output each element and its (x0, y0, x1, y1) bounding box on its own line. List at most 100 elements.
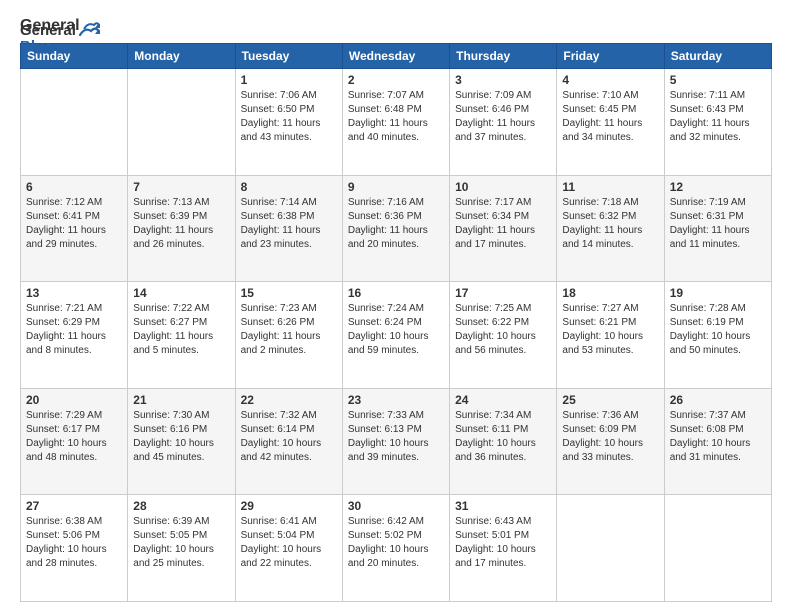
day-number: 30 (348, 499, 444, 513)
day-number: 2 (348, 73, 444, 87)
week-row-3: 20Sunrise: 7:29 AMSunset: 6:17 PMDayligh… (21, 388, 772, 495)
calendar-cell: 25 Sunrise: 7:36 AM Sunset: 6:09 PM Dayligh… (557, 388, 664, 495)
calendar-cell: 20Sunrise: 7:29 AMSunset: 6:17 PMDayligh… (21, 388, 128, 495)
cell-daylight: Daylight: 11 hours and 5 minutes. (133, 331, 213, 356)
cell-daylight: Daylight: 11 hours and 34 minutes. (562, 118, 642, 143)
cell-sunset: Sunset: 6:08 PM (670, 424, 744, 435)
calendar-cell: 30 Sunrise: 6:42 AM Sunset: 5:02 PM Dayligh… (342, 495, 449, 602)
weekday-header-saturday: Saturday (664, 44, 771, 69)
cell-daylight: Daylight: 11 hours and 8 minutes. (26, 331, 106, 356)
calendar-cell (128, 69, 235, 176)
cell-daylight: Daylight: 10 hours and 53 minutes. (562, 331, 643, 356)
cell-daylight: Daylight: 11 hours and 23 minutes. (241, 225, 321, 250)
calendar-cell: 16Sunrise: 7:24 AMSunset: 6:24 PMDayligh… (342, 282, 449, 389)
cell-sunrise: Sunrise: 7:24 AM (348, 303, 424, 314)
calendar-cell: 12Sunrise: 7:19 AMSunset: 6:31 PMDayligh… (664, 175, 771, 282)
cell-sunset: Sunset: 6:16 PM (133, 424, 207, 435)
calendar-cell: 31Sunrise: 6:43 AMSunset: 5:01 PMDayligh… (450, 495, 557, 602)
cell-daylight: Daylight: 10 hours and 33 minutes. (562, 438, 643, 463)
cell-sunset: Sunset: 6:41 PM (26, 211, 100, 222)
day-number: 28 (133, 499, 229, 513)
calendar-cell: 19Sunrise: 7:28 AMSunset: 6:19 PMDayligh… (664, 282, 771, 389)
cell-sunrise: Sunrise: 7:28 AM (670, 303, 746, 314)
day-number: 7 (133, 180, 229, 194)
day-number: 9 (348, 180, 444, 194)
cell-daylight: Daylight: 11 hours and 40 minutes. (348, 118, 428, 143)
calendar-cell: 7Sunrise: 7:13 AMSunset: 6:39 PMDaylight… (128, 175, 235, 282)
cell-sunrise: Sunrise: 7:22 AM (133, 303, 209, 314)
cell-daylight: Daylight: 10 hours and 22 minutes. (241, 544, 322, 569)
cell-sunrise: Sunrise: 7:12 AM (26, 197, 102, 208)
cell-daylight: Daylight: 10 hours and 20 minutes. (348, 544, 429, 569)
cell-sunset: Sunset: 6:43 PM (670, 104, 744, 115)
calendar-cell: 1Sunrise: 7:06 AMSunset: 6:50 PMDaylight… (235, 69, 342, 176)
cell-daylight: Daylight: 10 hours and 31 minutes. (670, 438, 751, 463)
cell-sunset: Sunset: 6:27 PM (133, 317, 207, 328)
cell-sunrise: Sunrise: 7:14 AM (241, 197, 317, 208)
weekday-header-thursday: Thursday (450, 44, 557, 69)
calendar-table: SundayMondayTuesdayWednesdayThursdayFrid… (20, 43, 772, 602)
calendar-cell: 21 Sunrise: 7:30 AM Sunset: 6:16 PM Dayligh… (128, 388, 235, 495)
calendar-cell: 26 Sunrise: 7:37 AM Sunset: 6:08 PM Dayligh… (664, 388, 771, 495)
cell-sunrise: Sunrise: 7:16 AM (348, 197, 424, 208)
day-number: 6 (26, 180, 122, 194)
cell-sunrise: Sunrise: 7:30 AM (133, 410, 209, 421)
cell-sunset: Sunset: 5:01 PM (455, 530, 529, 541)
day-number: 10 (455, 180, 551, 194)
cell-sunset: Sunset: 6:13 PM (348, 424, 422, 435)
calendar-cell: 2 Sunrise: 7:07 AM Sunset: 6:48 PM Daylight… (342, 69, 449, 176)
cell-daylight: Daylight: 10 hours and 25 minutes. (133, 544, 214, 569)
cell-sunrise: Sunrise: 7:10 AM (562, 90, 638, 101)
cell-daylight: Daylight: 11 hours and 2 minutes. (241, 331, 321, 356)
calendar-cell: 29Sunrise: 6:41 AMSunset: 5:04 PMDayligh… (235, 495, 342, 602)
cell-sunrise: Sunrise: 7:21 AM (26, 303, 102, 314)
cell-sunset: Sunset: 5:05 PM (133, 530, 207, 541)
cell-sunset: Sunset: 6:34 PM (455, 211, 529, 222)
cell-sunset: Sunset: 6:48 PM (348, 104, 422, 115)
day-number: 3 (455, 73, 551, 87)
calendar-cell: 24Sunrise: 7:34 AMSunset: 6:11 PMDayligh… (450, 388, 557, 495)
page: General General SundayMondayTuesdayWedne… (0, 0, 792, 612)
cell-sunrise: Sunrise: 7:37 AM (670, 410, 746, 421)
cell-daylight: Daylight: 10 hours and 59 minutes. (348, 331, 429, 356)
weekday-header-monday: Monday (128, 44, 235, 69)
cell-sunset: Sunset: 5:02 PM (348, 530, 422, 541)
header: General General (20, 16, 772, 33)
cell-sunset: Sunset: 6:50 PM (241, 104, 315, 115)
cell-sunrise: Sunrise: 7:19 AM (670, 197, 746, 208)
cell-sunrise: Sunrise: 7:07 AM (348, 90, 424, 101)
logo-bird-icon (78, 23, 100, 39)
cell-sunrise: Sunrise: 6:42 AM (348, 516, 424, 527)
calendar-cell: 3Sunrise: 7:09 AMSunset: 6:46 PMDaylight… (450, 69, 557, 176)
weekday-header-friday: Friday (557, 44, 664, 69)
weekday-header-tuesday: Tuesday (235, 44, 342, 69)
day-number: 4 (562, 73, 658, 87)
cell-sunrise: Sunrise: 7:36 AM (562, 410, 638, 421)
day-number: 21 (133, 393, 229, 407)
day-number: 26 (670, 393, 766, 407)
day-number: 20 (26, 393, 122, 407)
day-number: 1 (241, 73, 337, 87)
cell-sunset: Sunset: 6:09 PM (562, 424, 636, 435)
day-number: 17 (455, 286, 551, 300)
cell-daylight: Daylight: 11 hours and 17 minutes. (455, 225, 535, 250)
cell-daylight: Daylight: 10 hours and 45 minutes. (133, 438, 214, 463)
calendar-cell: 15Sunrise: 7:23 AMSunset: 6:26 PMDayligh… (235, 282, 342, 389)
calendar-cell: 28Sunrise: 6:39 AMSunset: 5:05 PMDayligh… (128, 495, 235, 602)
day-number: 27 (26, 499, 122, 513)
cell-daylight: Daylight: 11 hours and 37 minutes. (455, 118, 535, 143)
calendar-cell: 8Sunrise: 7:14 AMSunset: 6:38 PMDaylight… (235, 175, 342, 282)
cell-sunrise: Sunrise: 7:34 AM (455, 410, 531, 421)
cell-sunrise: Sunrise: 7:25 AM (455, 303, 531, 314)
cell-daylight: Daylight: 11 hours and 32 minutes. (670, 118, 750, 143)
day-number: 25 (562, 393, 658, 407)
cell-sunset: Sunset: 6:39 PM (133, 211, 207, 222)
cell-daylight: Daylight: 11 hours and 11 minutes. (670, 225, 750, 250)
week-row-2: 13Sunrise: 7:21 AMSunset: 6:29 PMDayligh… (21, 282, 772, 389)
cell-sunrise: Sunrise: 7:17 AM (455, 197, 531, 208)
cell-sunrise: Sunrise: 7:27 AM (562, 303, 638, 314)
week-row-4: 27Sunrise: 6:38 AMSunset: 5:06 PMDayligh… (21, 495, 772, 602)
cell-daylight: Daylight: 11 hours and 26 minutes. (133, 225, 213, 250)
cell-sunset: Sunset: 6:29 PM (26, 317, 100, 328)
day-number: 18 (562, 286, 658, 300)
